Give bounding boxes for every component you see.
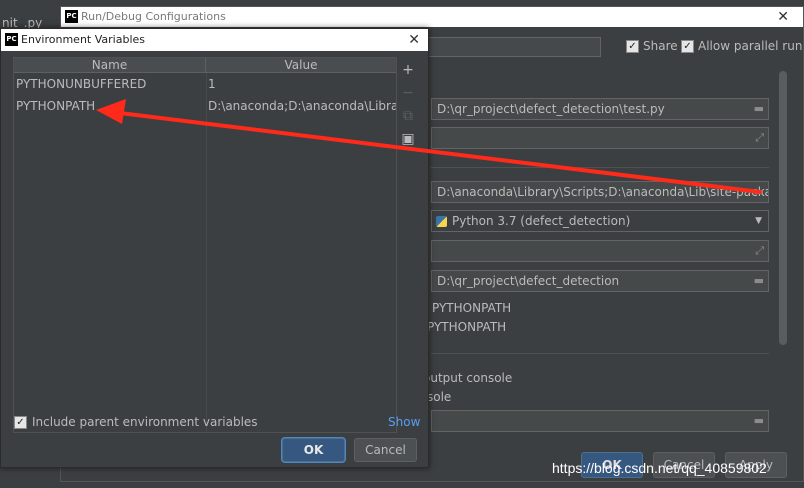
script-path-value: D:\qr_project\defect_detection\test.py <box>437 102 665 116</box>
pycharm-icon: PC <box>65 10 78 23</box>
close-icon[interactable]: ✕ <box>408 29 420 51</box>
environment-variables-value: D:\anaconda\Library\Scripts;D:\anaconda\… <box>437 185 769 199</box>
column-header-name[interactable]: Name <box>14 58 206 73</box>
add-content-roots-label[interactable]: PYTHONPATH <box>432 300 511 316</box>
interpreter-options-field[interactable]: ⤢ <box>431 240 769 262</box>
parameters-field[interactable]: ⤢ <box>431 127 769 149</box>
env-variables-table: Name Value PYTHONUNBUFFERED 1 PYTHONPATH… <box>13 57 397 433</box>
run-dialog-titlebar: PC Run/Debug Configurations ✕ <box>61 7 803 27</box>
env-dialog-title: Environment Variables <box>21 33 146 46</box>
folder-icon[interactable]: ▬ <box>754 271 764 291</box>
run-dialog-title: Run/Debug Configurations <box>81 10 226 23</box>
share-checkbox[interactable]: ✓ <box>626 40 639 53</box>
folder-icon[interactable]: ▬ <box>754 411 764 431</box>
include-parent-checkbox[interactable]: ✓ <box>14 416 27 429</box>
watermark: https://blog.csdn.net/qq_40859802 <box>552 460 767 476</box>
environment-variables-field[interactable]: D:\anaconda\Library\Scripts;D:\anaconda\… <box>431 181 769 203</box>
env-var-value: 1 <box>208 77 216 91</box>
section-divider <box>431 353 769 354</box>
share-label: Share <box>643 39 678 53</box>
table-row[interactable]: PYTHONUNBUFFERED 1 <box>14 74 396 94</box>
emulate-terminal-label[interactable]: output console <box>423 370 512 386</box>
parallel-run-checkbox[interactable]: ✓ <box>681 40 694 53</box>
include-parent-label: Include parent environment variables <box>32 415 258 429</box>
folder-icon[interactable]: ▬ <box>754 182 764 202</box>
working-directory-value: D:\qr_project\defect_detection <box>437 274 620 288</box>
python-interpreter-value: Python 3.7 (defect_detection) <box>452 214 631 228</box>
env-dialog-titlebar: PC Environment Variables ✕ <box>1 29 428 51</box>
paste-icon[interactable]: ▣ <box>399 130 417 148</box>
run-with-console-label[interactable]: sole <box>427 389 451 405</box>
copy-icon[interactable]: ⧉ <box>399 107 417 125</box>
show-link[interactable]: Show <box>388 414 420 430</box>
chevron-down-icon: ▼ <box>755 216 762 226</box>
environment-variables-dialog: PC Environment Variables ✕ Name Value PY… <box>0 28 429 468</box>
close-icon[interactable]: ✕ <box>777 7 789 27</box>
script-path-field[interactable]: D:\qr_project\defect_detection\test.py ▬ <box>431 98 769 120</box>
parallel-run-label: Allow parallel run <box>698 39 803 53</box>
folder-icon[interactable]: ▬ <box>754 99 764 119</box>
add-icon[interactable]: + <box>399 61 417 79</box>
before-launch-field[interactable]: ▬ <box>431 410 769 432</box>
expand-icon[interactable]: ⤢ <box>755 241 764 261</box>
column-header-value[interactable]: Value <box>206 58 396 73</box>
pycharm-icon: PC <box>5 33 18 46</box>
env-var-name: PYTHONPATH <box>16 99 96 113</box>
python-icon <box>436 216 447 227</box>
table-row[interactable]: PYTHONPATH D:\anaconda;D:\anaconda\Libra… <box>14 96 396 116</box>
add-source-roots-label[interactable]: PYTHONPATH <box>427 319 506 335</box>
env-ok-button[interactable]: OK <box>282 438 345 462</box>
expand-icon[interactable]: ⤢ <box>755 128 764 148</box>
remove-icon[interactable]: − <box>399 84 417 102</box>
config-name-input[interactable] <box>427 37 601 57</box>
scrollbar[interactable] <box>779 71 787 345</box>
column-divider <box>206 73 207 433</box>
working-directory-field[interactable]: D:\qr_project\defect_detection ▬ <box>431 270 769 292</box>
env-cancel-button[interactable]: Cancel <box>354 438 417 462</box>
env-var-name: PYTHONUNBUFFERED <box>16 77 147 91</box>
env-var-value: D:\anaconda;D:\anaconda\Library... <box>208 99 396 113</box>
python-interpreter-select[interactable]: Python 3.7 (defect_detection) ▼ <box>431 210 769 232</box>
section-divider <box>431 167 769 168</box>
